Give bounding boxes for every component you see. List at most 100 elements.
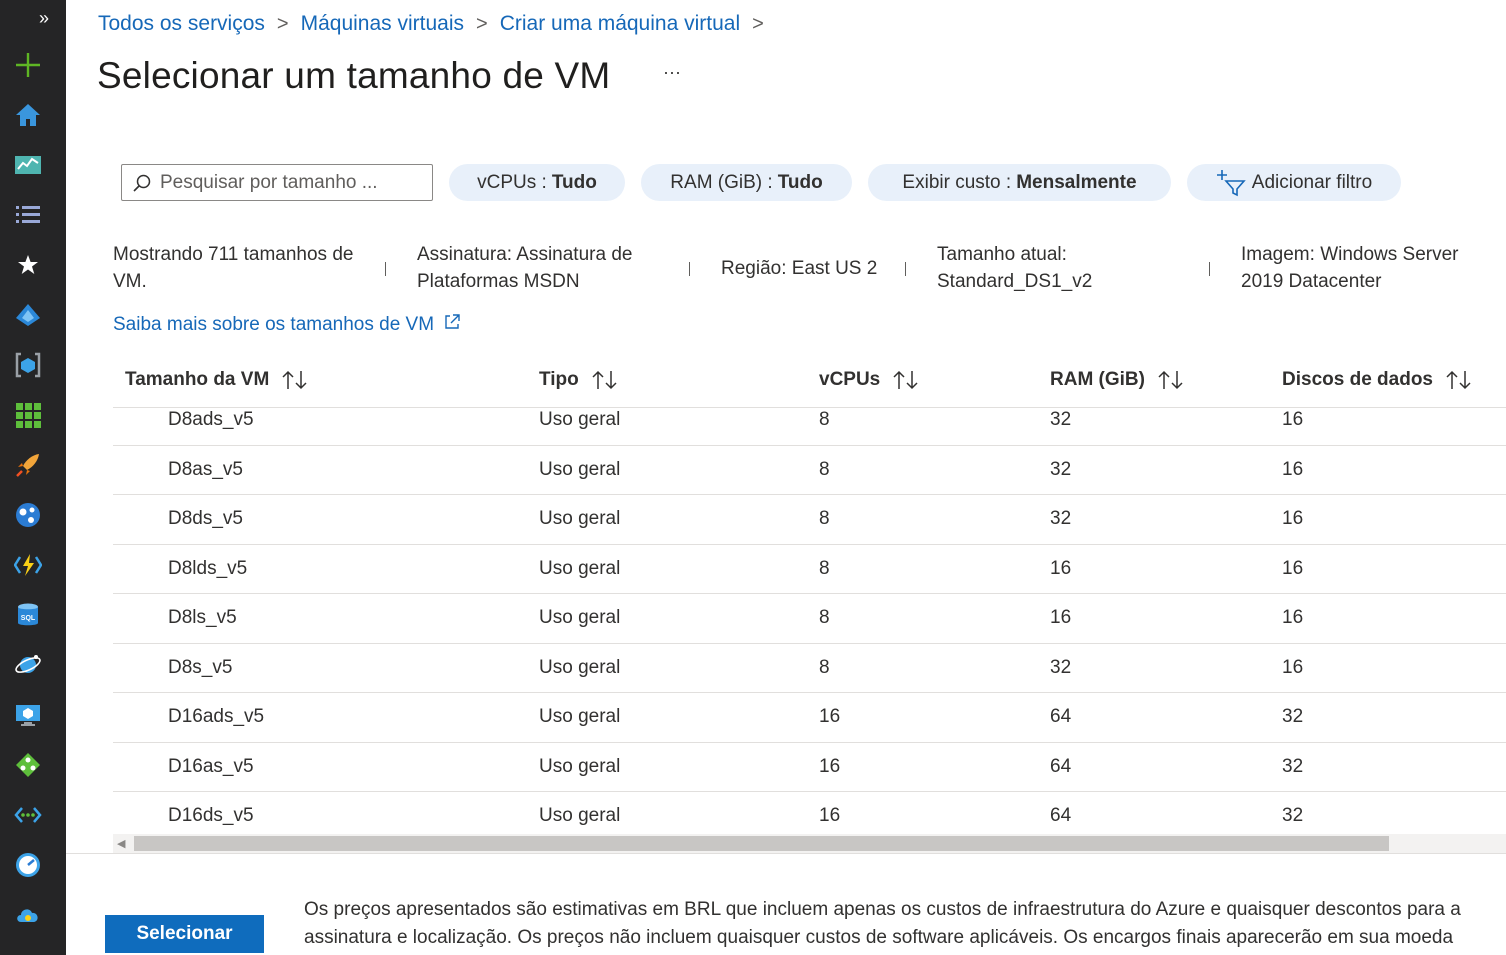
page-title: Selecionar um tamanho de VM <box>97 55 611 96</box>
table-row[interactable]: D8ls_v5 Uso geral 8 16 16 <box>113 594 1506 644</box>
learn-more-label: Saiba mais sobre os tamanhos de VM <box>113 314 435 335</box>
add-filter-button[interactable]: Adicionar filtro <box>1187 164 1401 201</box>
column-header-type[interactable]: Tipo <box>539 369 619 391</box>
table-row[interactable]: D8ds_v5 Uso geral 8 32 16 <box>113 495 1506 545</box>
app-services-icon[interactable] <box>13 500 43 530</box>
cell-type: Uso geral <box>539 656 621 678</box>
cell-type: Uso geral <box>539 458 621 480</box>
column-header-vm-size[interactable]: Tamanho da VM <box>125 369 309 391</box>
cell-vm-size: D8ads_v5 <box>168 409 254 430</box>
cell-type: Uso geral <box>539 706 621 727</box>
cell-ram: 32 <box>1050 458 1072 480</box>
select-button[interactable]: Selecionar <box>105 915 264 953</box>
cell-data-disks: 16 <box>1282 607 1304 628</box>
breadcrumb-separator: > <box>752 13 764 35</box>
table-row[interactable]: D8ads_v5 Uso geral 8 32 16 <box>113 408 1506 446</box>
virtual-machines-icon[interactable] <box>13 700 43 730</box>
cell-data-disks: 32 <box>1282 706 1304 727</box>
search-box[interactable] <box>121 164 433 201</box>
breadcrumb-separator: > <box>476 13 488 35</box>
filter-ram[interactable]: RAM (GiB) : Tudo <box>641 164 852 201</box>
table-body: D8ads_v5 Uso geral 8 32 16 D8as_v5 Uso g… <box>113 408 1506 833</box>
external-link-icon <box>445 314 461 329</box>
cosmos-db-icon[interactable] <box>13 650 43 680</box>
quickstart-icon[interactable] <box>13 450 43 480</box>
cell-data-disks: 16 <box>1282 557 1304 579</box>
filter-cost-label: Exibir custo : <box>902 171 1012 193</box>
main-content: Todos os serviços > Máquinas virtuais > Cria… <box>66 0 1506 955</box>
showing-count: Mostrando 711 tamanhos de VM. <box>113 244 354 292</box>
dashboard-icon[interactable] <box>13 150 43 180</box>
column-label: Discos de dados <box>1282 369 1433 390</box>
cell-data-disks: 32 <box>1282 805 1304 826</box>
cell-data-disks: 16 <box>1282 508 1304 529</box>
azure-ad-icon[interactable] <box>13 300 43 330</box>
more-options-button[interactable]: ··· <box>660 62 684 86</box>
cell-type: Uso geral <box>539 557 621 579</box>
virtual-network-icon[interactable] <box>13 800 43 830</box>
filter-cost-value: Mensalmente <box>1016 171 1137 193</box>
sort-icon <box>893 370 918 390</box>
column-header-ram[interactable]: RAM (GiB) <box>1050 369 1185 391</box>
scrollbar-thumb[interactable] <box>134 836 1389 851</box>
cell-type: Uso geral <box>539 805 621 826</box>
function-app-icon[interactable] <box>13 550 43 580</box>
cell-vm-size: D8lds_v5 <box>168 557 248 579</box>
svg-text:SQL: SQL <box>21 615 36 622</box>
column-label: Tamanho da VM <box>125 369 270 390</box>
filter-vcpus[interactable]: vCPUs : Tudo <box>449 164 625 201</box>
table-row[interactable]: D16as_v5 Uso geral 16 64 32 <box>113 743 1506 792</box>
cell-ram: 32 <box>1050 656 1072 678</box>
table-row[interactable]: D8s_v5 Uso geral 8 32 16 <box>113 644 1506 693</box>
cell-vm-size: D16ds_v5 <box>168 805 254 826</box>
table-row[interactable]: D8as_v5 Uso geral 8 32 16 <box>113 446 1506 495</box>
cell-vcpus: 16 <box>819 755 841 777</box>
search-icon <box>133 174 151 192</box>
cell-data-disks: 32 <box>1282 755 1304 777</box>
cell-ram: 64 <box>1050 805 1072 826</box>
filter-cost[interactable]: Exibir custo : Mensalmente <box>868 164 1171 201</box>
cell-vcpus: 8 <box>819 409 830 430</box>
all-services-icon[interactable] <box>13 200 43 230</box>
breadcrumb-all-services[interactable]: Todos os serviços <box>98 12 265 35</box>
search-input[interactable] <box>160 171 420 194</box>
breadcrumb-virtual-machines[interactable]: Máquinas virtuais <box>301 12 464 35</box>
scroll-left-icon[interactable]: ◀ <box>117 837 125 850</box>
expand-menu-icon[interactable]: » <box>33 8 55 28</box>
cell-vcpus: 8 <box>819 607 830 628</box>
home-icon[interactable] <box>13 100 43 130</box>
cell-data-disks: 16 <box>1282 409 1304 430</box>
cell-ram: 32 <box>1050 508 1072 529</box>
table-row[interactable]: D16ads_v5 Uso geral 16 64 32 <box>113 693 1506 743</box>
sort-icon <box>1158 370 1183 390</box>
sql-database-icon[interactable]: SQL <box>13 600 43 630</box>
cell-ram: 64 <box>1050 755 1072 777</box>
all-resources-icon[interactable] <box>13 400 43 430</box>
cell-vcpus: 16 <box>819 805 841 826</box>
cell-vm-size: D8ls_v5 <box>168 607 237 628</box>
table-row[interactable]: D8lds_v5 Uso geral 8 16 16 <box>113 545 1506 594</box>
info-divider <box>689 262 690 276</box>
load-balancer-icon[interactable] <box>13 750 43 780</box>
breadcrumb: Todos os serviços > Máquinas virtuais > Cria… <box>98 12 776 36</box>
table-row[interactable]: D16ds_v5 Uso geral 16 64 32 <box>113 792 1506 833</box>
filter-vcpus-label: vCPUs : <box>477 171 547 193</box>
cell-vm-size: D8s_v5 <box>168 656 233 678</box>
cell-vm-size: D16as_v5 <box>168 755 254 777</box>
breadcrumb-separator: > <box>276 13 289 35</box>
horizontal-scrollbar[interactable]: ◀ <box>113 834 1506 853</box>
resource-group-icon[interactable] <box>13 350 43 380</box>
column-header-data-disks[interactable]: Discos de dados <box>1282 369 1473 391</box>
current-size-info: Tamanho atual: Standard_DS1_v2 <box>937 244 1093 292</box>
breadcrumb-create-vm[interactable]: Criar uma máquina virtual <box>500 12 740 35</box>
monitor-icon[interactable] <box>13 850 43 880</box>
filter-vcpus-value: Tudo <box>551 171 597 193</box>
favorites-icon[interactable] <box>13 250 43 280</box>
column-header-vcpus[interactable]: vCPUs <box>819 369 920 391</box>
cloud-services-icon[interactable] <box>13 900 43 930</box>
cell-ram: 64 <box>1050 706 1072 727</box>
learn-more-link[interactable]: Saiba mais sobre os tamanhos de VM <box>113 313 461 336</box>
create-resource-icon[interactable] <box>13 50 43 80</box>
filter-ram-value: Tudo <box>777 171 823 193</box>
cell-vcpus: 16 <box>819 706 841 727</box>
